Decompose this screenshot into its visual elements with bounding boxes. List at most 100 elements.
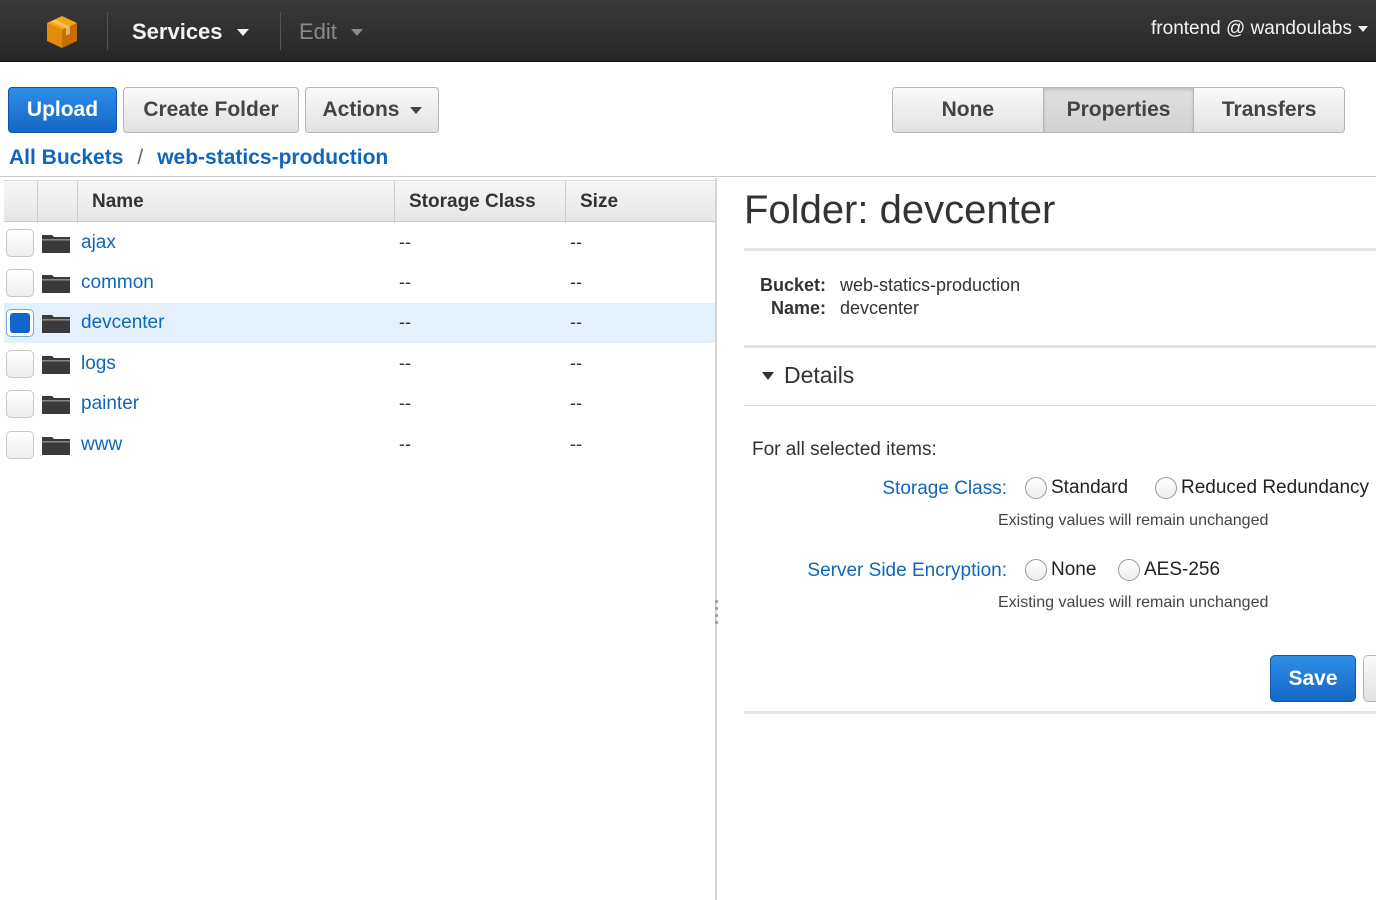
table-row-selected[interactable]: devcenter -- -- — [4, 303, 715, 343]
row-name-link[interactable]: ajax — [81, 232, 116, 254]
folder-icon — [42, 275, 70, 293]
table-row[interactable]: painter -- -- — [4, 384, 715, 424]
row-storage-class: -- — [399, 232, 411, 252]
row-checkbox[interactable] — [6, 390, 34, 418]
edit-label: Edit — [299, 19, 337, 44]
name-row: Name: devcenter — [756, 298, 919, 319]
row-checkbox[interactable] — [6, 350, 34, 378]
storage-class-note: Existing values will remain unchanged — [998, 512, 1269, 529]
folder-icon — [42, 356, 70, 374]
row-storage-class: -- — [399, 393, 411, 413]
view-toggle: None Properties Transfers — [892, 87, 1345, 133]
account-menu[interactable]: frontend @ wandoulabs — [1151, 18, 1368, 40]
folder-icon — [42, 396, 70, 414]
chevron-down-icon — [409, 106, 422, 114]
column-header-storage-class[interactable]: Storage Class — [395, 181, 566, 223]
row-storage-class: -- — [399, 353, 411, 373]
row-size: -- — [570, 312, 582, 332]
chevron-down-icon — [1358, 26, 1368, 32]
caret-down-icon — [762, 371, 774, 380]
table-row[interactable]: logs -- -- — [4, 344, 715, 384]
breadcrumb-all-buckets[interactable]: All Buckets — [9, 146, 123, 170]
nav-separator — [107, 12, 108, 50]
object-list: Name Storage Class Size ajax -- -- commo… — [0, 178, 715, 900]
radio-standard[interactable]: Standard — [1025, 477, 1128, 499]
row-size: -- — [570, 272, 582, 292]
folder-icon — [42, 315, 70, 333]
row-checkbox-checked[interactable] — [6, 309, 34, 337]
row-checkbox[interactable] — [6, 229, 34, 257]
row-size: -- — [570, 393, 582, 413]
top-nav-bar: Services Edit frontend @ wandoulabs — [0, 0, 1376, 62]
header-icon-column — [38, 181, 78, 223]
save-button[interactable]: Save — [1270, 655, 1356, 702]
table-header: Name Storage Class Size — [4, 180, 715, 223]
breadcrumb-separator: / — [137, 146, 144, 169]
tab-properties[interactable]: Properties — [1043, 88, 1195, 132]
column-header-name[interactable]: Name — [78, 181, 395, 223]
row-storage-class: -- — [399, 312, 411, 332]
chevron-down-icon — [350, 28, 363, 36]
actions-button[interactable]: Actions — [305, 87, 439, 133]
nav-separator — [280, 12, 281, 50]
details-label: Details — [784, 362, 855, 388]
bucket-row: Bucket: web-statics-production — [756, 275, 1020, 296]
row-storage-class: -- — [399, 272, 411, 292]
radio-circle[interactable] — [1025, 477, 1047, 499]
row-storage-class: -- — [399, 434, 411, 454]
name-value: devcenter — [840, 298, 920, 318]
row-size: -- — [570, 232, 582, 252]
actions-label: Actions — [322, 98, 400, 121]
edit-menu[interactable]: Edit — [299, 18, 363, 46]
encryption-label: Server Side Encryption: — [807, 560, 1007, 581]
divider — [744, 711, 1376, 714]
create-folder-button[interactable]: Create Folder — [123, 87, 299, 133]
radio-reduced-redundancy[interactable]: Reduced Redundancy — [1155, 477, 1369, 499]
row-checkbox[interactable] — [6, 431, 34, 459]
row-name-link[interactable]: logs — [81, 353, 116, 375]
breadcrumb-bucket[interactable]: web-statics-production — [157, 146, 388, 170]
divider — [744, 405, 1376, 406]
row-checkbox[interactable] — [6, 269, 34, 297]
table-row[interactable]: ajax -- -- — [4, 223, 715, 263]
services-label: Services — [132, 19, 223, 44]
row-name-link[interactable]: www — [81, 434, 122, 456]
row-name-link[interactable]: painter — [81, 393, 139, 415]
upload-button[interactable]: Upload — [8, 87, 117, 133]
row-size: -- — [570, 434, 582, 454]
folder-icon — [42, 437, 70, 455]
services-menu[interactable]: Services — [132, 18, 249, 46]
row-size: -- — [570, 353, 582, 373]
breadcrumb: All Buckets / web-statics-production — [9, 146, 388, 170]
row-name-link[interactable]: common — [81, 272, 154, 294]
radio-circle[interactable] — [1155, 477, 1177, 499]
radio-label: Standard — [1051, 477, 1129, 498]
encryption-note: Existing values will remain unchanged — [998, 594, 1269, 611]
radio-encryption-none[interactable]: None — [1025, 559, 1096, 581]
panel-title: Folder: devcenter — [744, 188, 1056, 232]
tab-none[interactable]: None — [893, 88, 1044, 132]
divider — [0, 176, 1376, 177]
radio-circle[interactable] — [1118, 559, 1140, 581]
aws-cube-logo-icon[interactable] — [44, 14, 80, 50]
storage-class-label: Storage Class: — [882, 478, 1007, 499]
chevron-down-icon — [236, 28, 249, 36]
table-row[interactable]: common -- -- — [4, 263, 715, 303]
radio-aes-256[interactable]: AES-256 — [1118, 559, 1220, 581]
radio-label: AES-256 — [1144, 559, 1221, 580]
for-all-label: For all selected items: — [752, 439, 937, 460]
name-key: Name: — [770, 298, 826, 318]
header-checkbox-column — [4, 181, 38, 223]
row-name-link[interactable]: devcenter — [81, 312, 164, 334]
summary-box: Bucket: web-statics-production Name: devce… — [744, 248, 1376, 348]
cancel-button[interactable] — [1363, 655, 1376, 702]
table-row[interactable]: www -- -- — [4, 425, 715, 465]
radio-label: None — [1051, 559, 1097, 580]
radio-circle[interactable] — [1025, 559, 1047, 581]
properties-panel: Folder: devcenter Bucket: web-statics-pro… — [717, 178, 1376, 900]
column-header-size[interactable]: Size — [566, 181, 715, 223]
tab-transfers[interactable]: Transfers — [1194, 88, 1344, 132]
folder-icon — [42, 235, 70, 253]
details-toggle[interactable]: Details — [744, 362, 854, 389]
bucket-value: web-statics-production — [840, 275, 1021, 295]
